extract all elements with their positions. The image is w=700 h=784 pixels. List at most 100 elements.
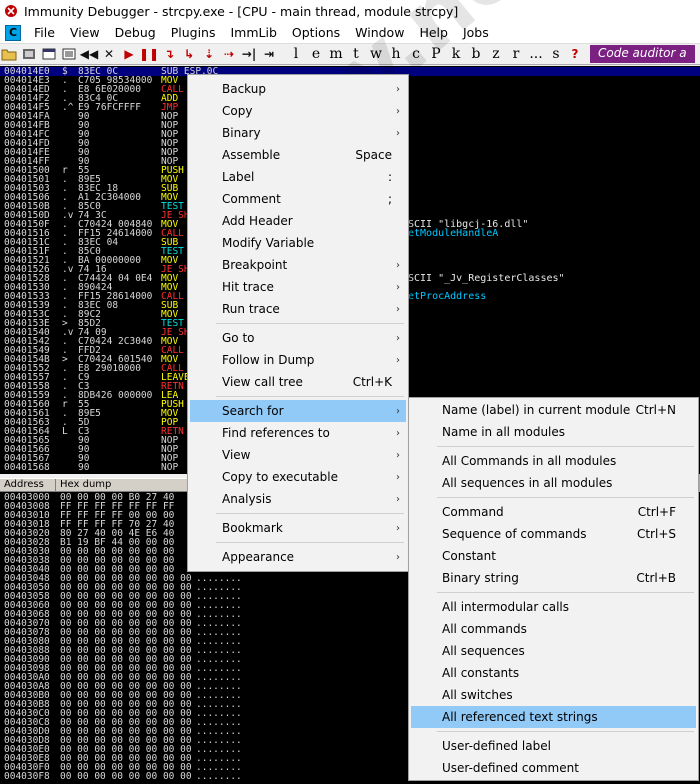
toolbar-breakpoints-button[interactable]: b (466, 46, 486, 62)
menu-item-shortcut: Ctrl+S (636, 527, 676, 541)
menu-item-label: Appearance (222, 550, 295, 564)
open-folder-icon[interactable] (0, 45, 18, 63)
list-icon[interactable] (60, 45, 78, 63)
menu-help[interactable]: Help (412, 25, 456, 40)
menu-item-all-switches[interactable]: All switches (411, 684, 696, 706)
toolbar-hw-breakpoints-button[interactable]: z (486, 46, 506, 62)
menu-immlib[interactable]: ImmLib (223, 25, 284, 40)
menu-item-bookmark[interactable]: Bookmark › (190, 517, 406, 539)
menu-item-search-for[interactable]: Search for › (190, 400, 406, 422)
step-into-icon[interactable]: ↴ (160, 45, 178, 63)
menu-item-user-defined-label[interactable]: User-defined label (411, 735, 696, 757)
menu-item-command[interactable]: Command Ctrl+F (411, 501, 696, 523)
menu-item-all-intermodular-calls[interactable]: All intermodular calls (411, 596, 696, 618)
menu-item-label: All switches (442, 688, 513, 702)
menu-item-comment[interactable]: Comment; (190, 188, 406, 210)
menu-item-name-label-in-current-module[interactable]: Name (label) in current module Ctrl+N (411, 399, 696, 421)
menu-item-analysis[interactable]: Analysis › (190, 488, 406, 510)
pause-icon[interactable]: ❚❚ (139, 45, 159, 63)
dump-header-hex[interactable]: Hex dump (56, 479, 200, 491)
menu-item-shortcut: Ctrl+B (636, 571, 676, 585)
toolbar-handles-button[interactable]: h (386, 46, 406, 62)
menu-item-run-trace[interactable]: Run trace › (190, 298, 406, 320)
menu-item-all-commands[interactable]: All commands (411, 618, 696, 640)
disasm-marker: L (62, 426, 68, 437)
menu-window[interactable]: Window (348, 25, 412, 40)
dump-ascii: ........ (196, 771, 242, 782)
menu-item-breakpoint[interactable]: Breakpoint › (190, 254, 406, 276)
toolbar-references-button[interactable]: r (506, 46, 526, 62)
step-over-icon[interactable]: ↳ (180, 45, 198, 63)
menu-item-binary-string[interactable]: Binary string Ctrl+B (411, 567, 696, 589)
submenu-arrow-icon: › (396, 281, 400, 293)
toolbar-windows-button[interactable]: w (366, 46, 386, 62)
menu-debug[interactable]: Debug (108, 25, 164, 40)
toolbar-executables-button[interactable]: e (306, 46, 326, 62)
rewind-icon[interactable] (20, 45, 38, 63)
menu-item-label: Binary (222, 126, 261, 140)
menu-item-all-constants[interactable]: All constants (411, 662, 696, 684)
menu-item-label: Assemble (222, 148, 281, 162)
menu-item-assemble[interactable]: Assemble Space (190, 144, 406, 166)
menu-item-all-sequences[interactable]: All sequences (411, 640, 696, 662)
trace-into-icon[interactable]: ⇣ (200, 45, 218, 63)
menu-item-view-call-tree[interactable]: View call tree Ctrl+K (190, 371, 406, 393)
toolbar-source-button[interactable]: s (546, 46, 566, 62)
menu-separator (216, 542, 404, 543)
menu-file[interactable]: File (27, 25, 63, 40)
go-to-address-icon[interactable]: ⇥ (260, 45, 278, 63)
disasm-hex: 8DB426 000000 (78, 390, 153, 401)
menu-options[interactable]: Options (285, 25, 348, 40)
cpu-window-icon[interactable]: C (5, 24, 21, 41)
window-icon[interactable] (40, 45, 58, 63)
menu-item-label: User-defined label (442, 739, 551, 753)
toolbar-runtrace-button[interactable]: ... (526, 46, 546, 62)
menu-item-label: View call tree (222, 375, 303, 389)
execute-till-return-icon[interactable]: →| (240, 45, 258, 63)
menu-item-shortcut: ; (387, 192, 392, 206)
menu-item-backup[interactable]: Backup › (190, 78, 406, 100)
menu-item-label: Backup (222, 82, 266, 96)
run-icon[interactable]: ▶ (120, 45, 138, 63)
toolbar-cpu-button[interactable]: c (406, 46, 426, 62)
submenu-arrow-icon: › (396, 449, 400, 461)
menu-item-user-defined-comment[interactable]: User-defined comment (411, 757, 696, 779)
trace-over-icon[interactable]: ⇢ (220, 45, 238, 63)
menu-item-copy-to-executable[interactable]: Copy to executable › (190, 466, 406, 488)
menu-item-go-to[interactable]: Go to › (190, 327, 406, 349)
menu-item-label: Follow in Dump (222, 353, 315, 367)
menu-item-name-in-all-modules[interactable]: Name in all modules (411, 421, 696, 443)
toolbar-log-button[interactable]: l (286, 46, 306, 62)
menu-item-follow-in-dump[interactable]: Follow in Dump › (190, 349, 406, 371)
code-auditor-banner[interactable]: Code auditor a (590, 45, 695, 63)
menu-item-constant[interactable]: Constant (411, 545, 696, 567)
toolbar-memory-button[interactable]: m (326, 46, 346, 62)
menu-item-all-commands-in-all-modules[interactable]: All Commands in all modules (411, 450, 696, 472)
menu-item-all-referenced-text-strings[interactable]: All referenced text strings (411, 706, 696, 728)
toolbar-threads-button[interactable]: t (346, 46, 366, 62)
menu-item-all-sequences-in-all-modules[interactable]: All sequences in all modules (411, 472, 696, 494)
menu-item-find-references-to[interactable]: Find references to › (190, 422, 406, 444)
help-icon[interactable]: ? (566, 47, 584, 61)
menu-item-copy[interactable]: Copy › (190, 100, 406, 122)
menu-item-appearance[interactable]: Appearance › (190, 546, 406, 568)
menu-bar: C File View Debug Plugins ImmLib Options… (0, 22, 700, 43)
toolbar-callstack-button[interactable]: k (446, 46, 466, 62)
menu-item-modify-variable[interactable]: Modify Variable (190, 232, 406, 254)
toolbar-patches-button[interactable]: P (426, 46, 446, 62)
restart-icon[interactable]: ◀◀ (80, 45, 98, 63)
close-process-icon[interactable]: ✕ (100, 45, 118, 63)
menu-item-label[interactable]: Label: (190, 166, 406, 188)
menu-jobs[interactable]: Jobs (456, 25, 497, 40)
menu-item-add-header[interactable]: Add Header (190, 210, 406, 232)
menu-item-sequence-of-commands[interactable]: Sequence of commands Ctrl+S (411, 523, 696, 545)
menu-item-view[interactable]: View › (190, 444, 406, 466)
menu-item-shortcut: : (387, 170, 392, 184)
menu-view[interactable]: View (63, 25, 108, 40)
menu-plugins[interactable]: Plugins (164, 25, 224, 40)
disasm-address: 00401568 (4, 462, 50, 473)
menu-item-binary[interactable]: Binary › (190, 122, 406, 144)
dump-header-address[interactable]: Address (0, 479, 56, 491)
menu-item-hit-trace[interactable]: Hit trace › (190, 276, 406, 298)
submenu-arrow-icon: › (396, 551, 400, 563)
